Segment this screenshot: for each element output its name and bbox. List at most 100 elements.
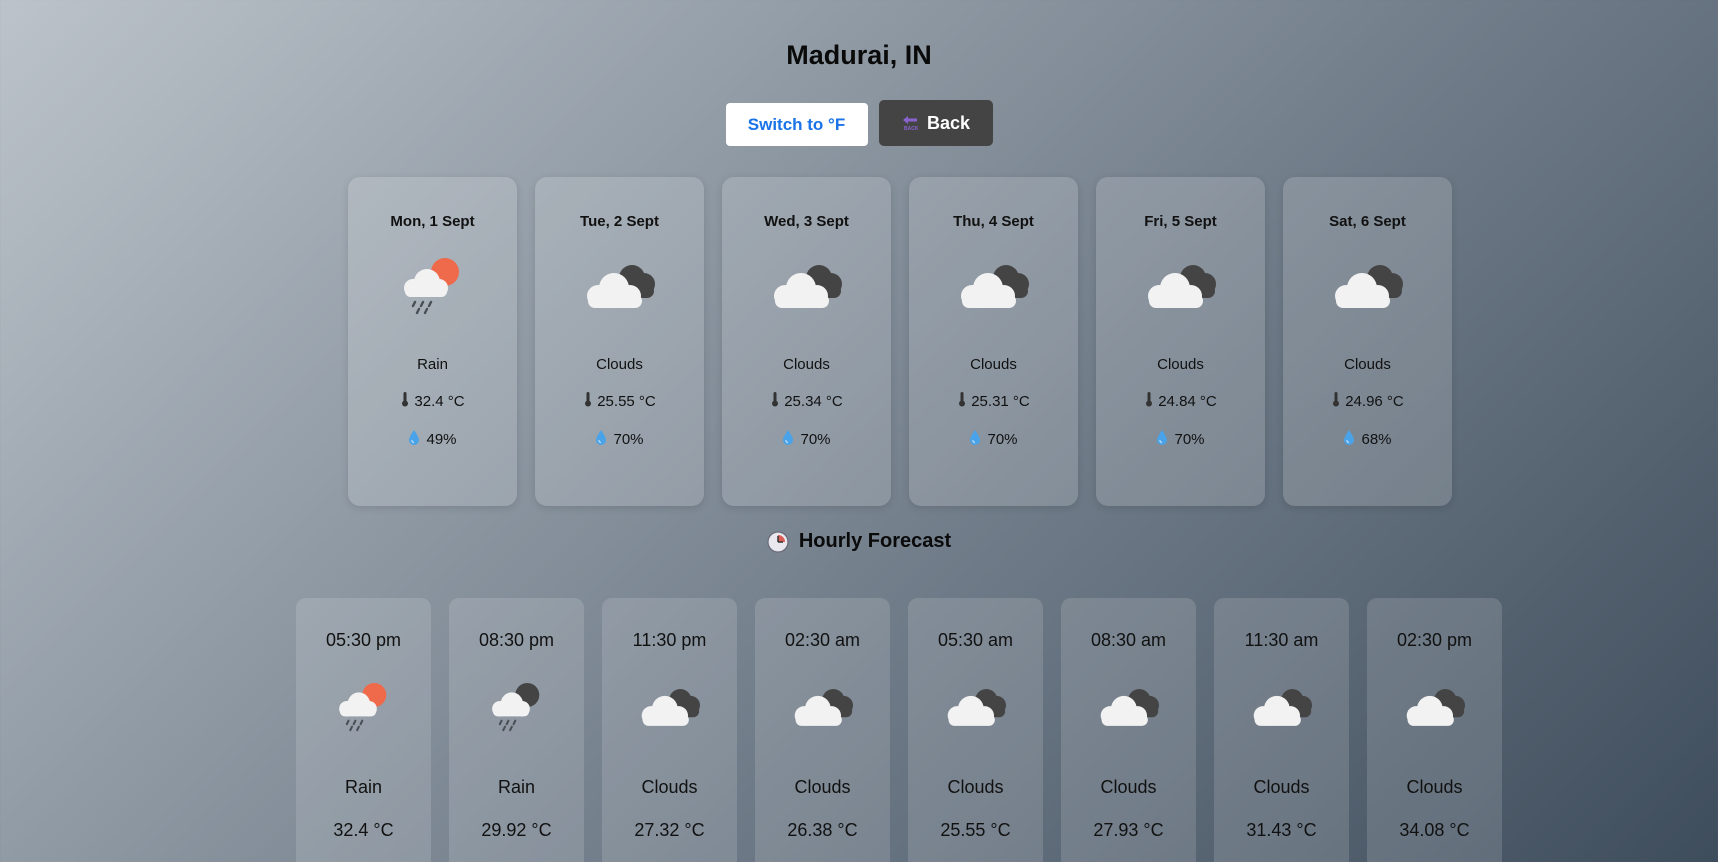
clouds-icon — [1399, 677, 1471, 737]
hour-time: 11:30 am — [1244, 630, 1319, 650]
hour-temperature: 32.4 °C — [333, 820, 394, 840]
hour-card: 02:30 pm Clouds 34.08 °C — [1367, 598, 1502, 862]
back-button[interactable]: BACK Back — [878, 100, 993, 146]
day-temperature-value: 24.84 °C — [1158, 392, 1217, 410]
day-temperature-value: 24.96 °C — [1345, 392, 1404, 410]
day-temperature-value: 25.31 °C — [971, 392, 1030, 410]
day-humidity: 70% — [782, 429, 831, 449]
hour-condition: Clouds — [1406, 777, 1463, 797]
controls-bar: Switch to °F BACK Back — [0, 100, 1718, 146]
clouds-icon — [952, 254, 1036, 318]
clouds-icon — [1093, 677, 1165, 737]
day-date: Fri, 5 Sept — [1144, 213, 1217, 230]
day-card: Thu, 4 Sept Clouds 25.31 °C 70% — [909, 177, 1078, 506]
day-card: Tue, 2 Sept Clouds 25.55 °C 70% — [535, 177, 704, 506]
hour-temperature: 34.08 °C — [1399, 820, 1470, 840]
hour-condition: Rain — [344, 777, 383, 797]
day-card: Sat, 6 Sept Clouds 24.96 °C 68% — [1283, 177, 1452, 506]
day-temperature: 24.84 °C — [1144, 391, 1217, 411]
water-drop-icon — [782, 429, 794, 449]
hour-time: 02:30 am — [784, 630, 861, 650]
hour-condition: Clouds — [1100, 777, 1157, 797]
thermometer-icon — [957, 391, 967, 411]
day-humidity: 70% — [969, 429, 1018, 449]
clouds-icon — [1246, 677, 1318, 737]
hour-time: 11:30 pm — [632, 630, 707, 650]
hour-temperature: 27.93 °C — [1093, 820, 1164, 840]
rain-moon-icon — [481, 677, 553, 737]
clock-icon — [767, 530, 789, 553]
unit-toggle-button[interactable]: Switch to °F — [725, 103, 868, 146]
day-humidity: 68% — [1343, 429, 1392, 449]
clouds-icon — [940, 677, 1012, 737]
hour-time: 05:30 am — [937, 630, 1014, 650]
clouds-icon — [787, 677, 859, 737]
day-temperature: 32.4 °C — [400, 391, 465, 411]
hour-time: 08:30 am — [1090, 630, 1167, 650]
clouds-icon — [1326, 254, 1410, 318]
hour-card: 05:30 am Clouds 25.55 °C — [908, 598, 1043, 862]
day-humidity-value: 70% — [987, 430, 1018, 448]
day-temperature: 24.96 °C — [1331, 391, 1404, 411]
hour-condition: Clouds — [641, 777, 698, 797]
day-humidity-value: 70% — [1174, 430, 1205, 448]
hour-temperature: 27.32 °C — [634, 820, 705, 840]
clouds-icon — [765, 254, 849, 318]
hourly-forecast: 05:30 pm Rain 32.4 °C 08:30 pm Rain 29.9… — [296, 598, 1502, 862]
day-humidity: 70% — [595, 429, 644, 449]
day-date: Thu, 4 Sept — [953, 213, 1034, 230]
day-date: Tue, 2 Sept — [580, 213, 659, 230]
thermometer-icon — [400, 391, 410, 411]
hour-time: 05:30 pm — [325, 630, 402, 650]
hour-card: 05:30 pm Rain 32.4 °C — [296, 598, 431, 862]
day-humidity-value: 70% — [613, 430, 644, 448]
thermometer-icon — [583, 391, 593, 411]
day-temperature-value: 32.4 °C — [414, 392, 465, 410]
water-drop-icon — [595, 429, 607, 449]
day-condition: Clouds — [783, 356, 830, 373]
svg-text:BACK: BACK — [904, 126, 919, 132]
thermometer-icon — [770, 391, 780, 411]
day-humidity-value: 68% — [1361, 430, 1392, 448]
weather-page: Madurai, IN Switch to °F BACK Back Mon, … — [0, 0, 1718, 862]
hour-condition: Rain — [497, 777, 536, 797]
day-condition: Clouds — [1157, 356, 1204, 373]
day-card: Wed, 3 Sept Clouds 25.34 °C 70% — [722, 177, 891, 506]
hour-card: 11:30 am Clouds 31.43 °C — [1214, 598, 1349, 862]
day-condition: Clouds — [596, 356, 643, 373]
hour-condition: Clouds — [1253, 777, 1310, 797]
day-condition: Clouds — [970, 356, 1017, 373]
day-card: Mon, 1 Sept Rain 32.4 °C 49% — [348, 177, 517, 506]
hour-card: 02:30 am Clouds 26.38 °C — [755, 598, 890, 862]
day-condition: Clouds — [1344, 356, 1391, 373]
day-humidity-value: 49% — [426, 430, 457, 448]
clouds-icon — [1139, 254, 1223, 318]
hour-card: 08:30 pm Rain 29.92 °C — [449, 598, 584, 862]
city-title: Madurai, IN — [786, 40, 932, 70]
clouds-icon — [578, 254, 662, 318]
hour-condition: Clouds — [794, 777, 851, 797]
day-date: Wed, 3 Sept — [764, 213, 849, 230]
day-humidity-value: 70% — [800, 430, 831, 448]
back-button-label: Back — [926, 112, 971, 133]
rain-sun-icon — [328, 677, 400, 737]
hour-condition: Clouds — [947, 777, 1004, 797]
day-temperature: 25.31 °C — [957, 391, 1030, 411]
thermometer-icon — [1331, 391, 1341, 411]
day-temperature-value: 25.55 °C — [597, 392, 656, 410]
back-arrow-icon: BACK — [902, 116, 919, 132]
day-temperature-value: 25.34 °C — [784, 392, 843, 410]
day-date: Mon, 1 Sept — [390, 213, 475, 230]
day-humidity: 70% — [1156, 429, 1205, 449]
hour-temperature: 29.92 °C — [481, 820, 552, 840]
day-condition: Rain — [417, 356, 448, 373]
water-drop-icon — [408, 429, 420, 449]
hour-card: 11:30 pm Clouds 27.32 °C — [602, 598, 737, 862]
hour-temperature: 26.38 °C — [787, 820, 858, 840]
hour-time: 02:30 pm — [1396, 630, 1473, 650]
day-humidity: 49% — [408, 429, 457, 449]
day-card: Fri, 5 Sept Clouds 24.84 °C 70% — [1096, 177, 1265, 506]
day-temperature: 25.55 °C — [583, 391, 656, 411]
thermometer-icon — [1144, 391, 1154, 411]
hour-card: 08:30 am Clouds 27.93 °C — [1061, 598, 1196, 862]
